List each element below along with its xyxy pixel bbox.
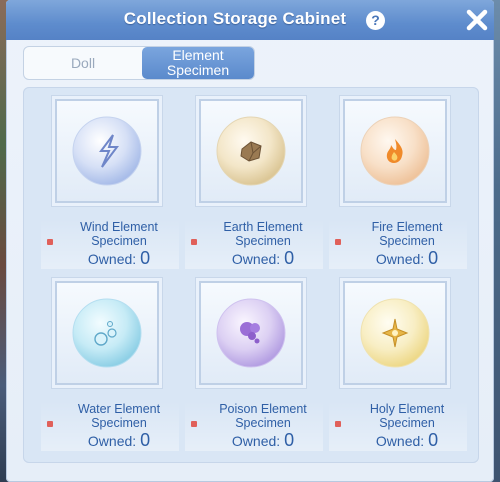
specimen-info: Fire Element Specimen Owned: 0 xyxy=(329,219,467,269)
specimen-name: Holy Element Specimen xyxy=(369,402,445,430)
owned-count: Owned: 0 xyxy=(207,430,319,450)
owned-value: 0 xyxy=(284,248,295,268)
specimen-card-water[interactable]: Water Element Specimen Owned: 0 xyxy=(39,273,183,453)
specimen-name: Earth Element Specimen xyxy=(223,220,303,248)
specimen-frame xyxy=(199,281,303,385)
owned-count: Owned: 0 xyxy=(63,248,175,268)
specimen-info: Water Element Specimen Owned: 0 xyxy=(41,401,179,451)
specimen-name: Water Element Specimen xyxy=(77,402,161,430)
specimen-info: Poison Element Specimen Owned: 0 xyxy=(185,401,323,451)
poison-cloud-icon xyxy=(213,295,289,371)
owned-count: Owned: 0 xyxy=(207,248,319,268)
specimen-frame xyxy=(199,99,303,203)
specimen-info: Holy Element Specimen Owned: 0 xyxy=(329,401,467,451)
tab-element-specimen-label: Element Specimen xyxy=(166,47,230,78)
specimen-frame xyxy=(343,281,447,385)
holy-cross-icon xyxy=(357,295,433,371)
water-drop-icon xyxy=(69,295,145,371)
new-indicator xyxy=(335,239,341,245)
specimen-info: Earth Element Specimen Owned: 0 xyxy=(185,219,323,269)
owned-value: 0 xyxy=(428,248,439,268)
owned-value: 0 xyxy=(140,430,151,450)
specimen-grid: Wind Element Specimen Owned: 0 Earth Ele… xyxy=(23,87,479,463)
owned-label: Owned: xyxy=(375,251,425,267)
new-indicator xyxy=(191,239,197,245)
new-indicator xyxy=(47,421,53,427)
owned-count: Owned: 0 xyxy=(63,430,175,450)
specimen-info: Wind Element Specimen Owned: 0 xyxy=(41,219,179,269)
specimen-card-wind[interactable]: Wind Element Specimen Owned: 0 xyxy=(39,91,183,271)
specimen-name: Wind Element Specimen xyxy=(80,220,158,248)
new-indicator xyxy=(335,421,341,427)
specimen-name: Fire Element Specimen xyxy=(371,220,443,248)
owned-label: Owned: xyxy=(231,251,281,267)
specimen-card-earth[interactable]: Earth Element Specimen Owned: 0 xyxy=(183,91,327,271)
collection-storage-window: Collection Storage Cabinet ? Doll Elemen… xyxy=(6,0,494,482)
specimen-card-holy[interactable]: Holy Element Specimen Owned: 0 xyxy=(327,273,471,453)
owned-label: Owned: xyxy=(231,433,281,449)
specimen-card-fire[interactable]: Fire Element Specimen Owned: 0 xyxy=(327,91,471,271)
new-indicator xyxy=(191,421,197,427)
close-icon[interactable] xyxy=(464,7,490,33)
owned-label: Owned: xyxy=(87,251,137,267)
lightning-icon xyxy=(69,113,145,189)
owned-label: Owned: xyxy=(87,433,137,449)
category-tabs: Doll Element Specimen xyxy=(23,46,255,80)
owned-value: 0 xyxy=(284,430,295,450)
specimen-name: Poison Element Specimen xyxy=(219,402,307,430)
specimen-frame xyxy=(343,99,447,203)
owned-value: 0 xyxy=(140,248,151,268)
specimen-frame xyxy=(55,281,159,385)
tab-doll[interactable]: Doll xyxy=(24,47,142,79)
window-title: Collection Storage Cabinet xyxy=(123,9,347,28)
tab-doll-label: Doll xyxy=(70,54,96,71)
owned-label: Owned: xyxy=(375,433,425,449)
rock-icon xyxy=(213,113,289,189)
specimen-card-poison[interactable]: Poison Element Specimen Owned: 0 xyxy=(183,273,327,453)
title-bar: Collection Storage Cabinet ? xyxy=(6,0,494,40)
owned-count: Owned: 0 xyxy=(351,430,463,450)
tab-element-specimen[interactable]: Element Specimen xyxy=(142,47,254,79)
specimen-frame xyxy=(55,99,159,203)
owned-value: 0 xyxy=(428,430,439,450)
new-indicator xyxy=(47,239,53,245)
owned-count: Owned: 0 xyxy=(351,248,463,268)
flame-icon xyxy=(357,113,433,189)
help-icon[interactable]: ? xyxy=(366,11,385,30)
